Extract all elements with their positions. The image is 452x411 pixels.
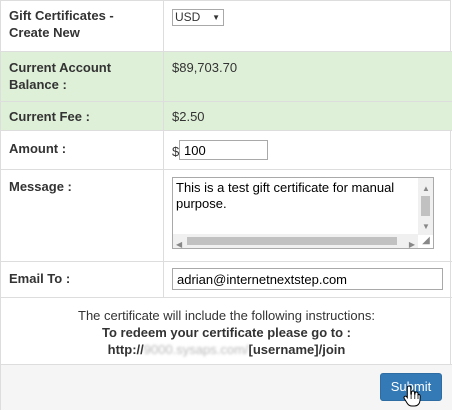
- instructions-row: The certificate will include the followi…: [1, 298, 452, 365]
- scroll-right-icon[interactable]: ▶: [409, 236, 415, 253]
- amount-label: Amount :: [1, 131, 164, 169]
- balance-value: $89,703.70: [172, 60, 238, 75]
- currency-cell: USD ▼: [164, 1, 452, 51]
- balance-row: Current Account Balance : $89,703.70: [1, 52, 452, 102]
- scroll-down-icon[interactable]: ▼: [422, 218, 430, 235]
- instructions-url: http://9000.sysaps.com/[username]/join: [1, 341, 452, 358]
- instructions-redeem: To redeem your certificate please go to …: [102, 325, 351, 340]
- instructions-note: The certificate will include the followi…: [78, 308, 375, 323]
- amount-cell: $: [164, 131, 452, 169]
- email-label: Email To :: [1, 262, 164, 297]
- dropdown-arrow-icon: ▼: [212, 13, 220, 22]
- email-cell: [164, 262, 452, 297]
- fee-value: $2.50: [172, 109, 205, 124]
- url-prefix: http://: [107, 342, 144, 357]
- resize-handle-icon[interactable]: ◢: [420, 235, 432, 247]
- balance-label: Current Account Balance :: [1, 52, 164, 101]
- horizontal-scrollbar[interactable]: ◀ ▶: [173, 234, 418, 249]
- scroll-left-icon[interactable]: ◀: [176, 236, 182, 253]
- email-input[interactable]: [172, 268, 443, 290]
- message-text: This is a test gift certificate for manu…: [176, 180, 395, 211]
- scroll-up-icon[interactable]: ▲: [422, 180, 430, 197]
- url-suffix: [username]/join: [248, 342, 346, 357]
- form-title: Gift Certificates - Create New: [1, 1, 164, 51]
- horizontal-scroll-thumb[interactable]: [187, 237, 397, 245]
- fee-row: Current Fee : $2.50: [1, 102, 452, 131]
- message-textarea[interactable]: This is a test gift certificate for manu…: [172, 177, 434, 249]
- vertical-scrollbar[interactable]: ▲ ▼: [418, 178, 433, 235]
- currency-select[interactable]: USD ▼: [172, 9, 224, 26]
- email-row: Email To :: [1, 262, 452, 298]
- currency-selected-value: USD: [175, 10, 201, 24]
- message-label: Message :: [1, 170, 164, 261]
- message-row: Message : This is a test gift certificat…: [1, 170, 452, 262]
- amount-row: Amount : $: [1, 131, 452, 170]
- amount-input[interactable]: [179, 140, 268, 160]
- gift-certificate-form: Gift Certificates - Create New USD ▼ Cur…: [0, 0, 452, 410]
- message-cell: This is a test gift certificate for manu…: [164, 170, 452, 261]
- hand-pointer-icon: [403, 385, 421, 407]
- title-row: Gift Certificates - Create New USD ▼: [1, 1, 452, 52]
- vertical-scroll-thumb[interactable]: [421, 196, 430, 216]
- fee-label: Current Fee :: [1, 102, 164, 130]
- url-blurred-domain: 9000.sysaps.com/: [143, 342, 249, 357]
